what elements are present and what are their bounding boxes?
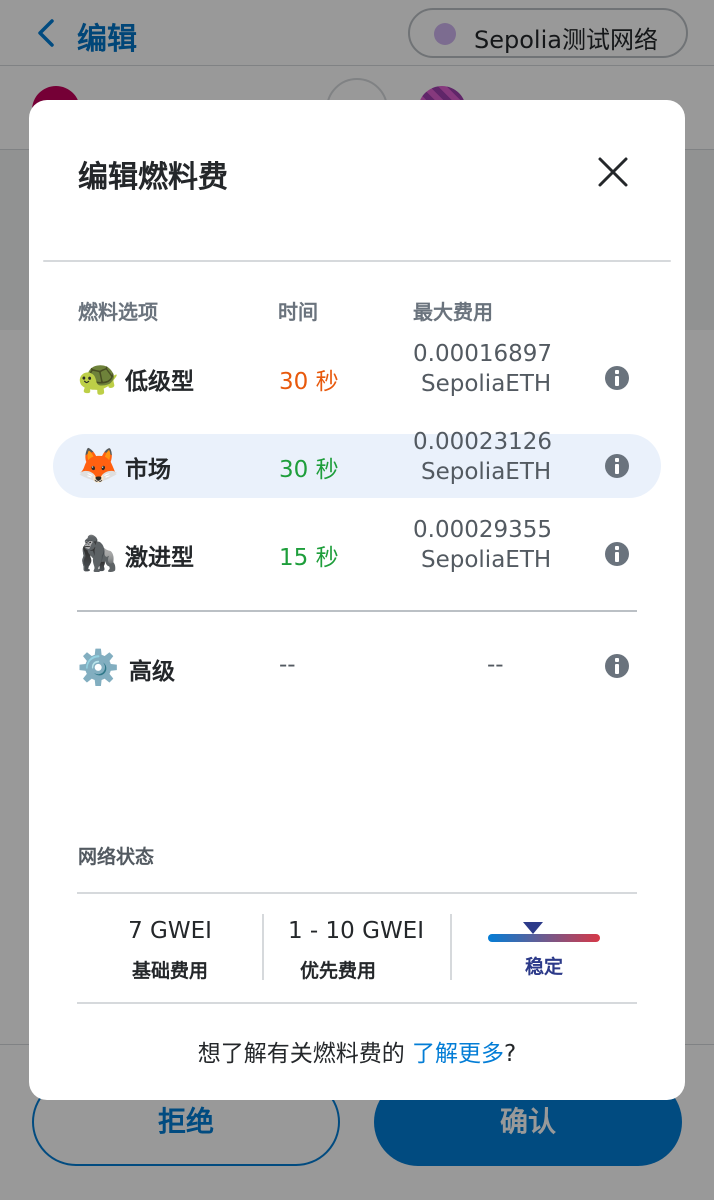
gas-option-market[interactable]: 🦊 市场 30 秒 0.00023126 SepoliaETH — [53, 429, 661, 498]
gas-option-fee-unit: SepoliaETH — [421, 459, 552, 485]
network-status-label: 网络状态 — [78, 846, 155, 868]
gorilla-icon: 🦍 — [77, 535, 120, 573]
edit-gas-fee-modal: 编辑燃料费 燃料选项 时间 最大费用 🐢 低级型 30 秒 0.00016897… — [29, 100, 685, 1100]
gas-option-fee-unit: SepoliaETH — [421, 371, 552, 397]
gas-option-label: 低级型 — [125, 369, 194, 395]
learn-more-link[interactable]: 了解更多 — [412, 1041, 504, 1067]
network-stability-gradient — [488, 934, 600, 942]
gas-option-fee-unit: SepoliaETH — [421, 547, 552, 573]
options-divider — [77, 610, 637, 612]
base-fee-caption: 基础费用 — [131, 960, 208, 982]
stability-marker-icon — [523, 922, 543, 934]
gas-option-aggressive[interactable]: 🦍 激进型 15 秒 0.00029355 SepoliaETH — [53, 517, 661, 586]
gas-option-fee-value: 0.00016897 — [413, 341, 553, 367]
gas-option-fee-value: 0.00023126 — [413, 429, 553, 455]
gas-option-label: 激进型 — [125, 545, 194, 571]
fox-icon: 🦊 — [77, 447, 120, 485]
gas-option-fee: 0.00016897 SepoliaETH — [413, 339, 552, 399]
learn-more-prefix: 想了解有关燃料费的 — [197, 1041, 413, 1067]
info-icon[interactable] — [605, 654, 629, 678]
info-icon[interactable] — [605, 366, 629, 390]
gas-option-time: 30 秒 — [279, 457, 339, 483]
learn-more-suffix: ? — [504, 1041, 517, 1067]
column-header-option: 燃料选项 — [78, 300, 158, 324]
base-fee-value: 7 GWEI — [128, 918, 212, 944]
turtle-icon: 🐢 — [77, 359, 120, 397]
gas-option-label: 高级 — [129, 659, 175, 685]
gas-option-fee: -- — [487, 652, 504, 678]
header-divider — [43, 260, 671, 262]
gear-icon: ⚙️ — [77, 649, 120, 687]
info-icon[interactable] — [605, 454, 629, 478]
gas-option-time: -- — [279, 652, 296, 678]
gas-option-label: 市场 — [125, 457, 171, 483]
info-icon[interactable] — [605, 542, 629, 566]
gas-option-fee-value: 0.00029355 — [413, 517, 553, 543]
gas-option-fee: 0.00023126 SepoliaETH — [413, 427, 552, 487]
network-status-divider-bottom — [77, 1002, 637, 1004]
modal-title: 编辑燃料费 — [78, 160, 228, 195]
priority-fee-value: 1 - 10 GWEI — [287, 918, 424, 944]
learn-more-line: 想了解有关燃料费的 了解更多? — [29, 1034, 685, 1068]
network-stability-label: 稳定 — [524, 956, 563, 978]
network-status-separator — [450, 914, 452, 980]
gas-option-low[interactable]: 🐢 低级型 30 秒 0.00016897 SepoliaETH — [53, 341, 661, 410]
priority-fee-caption: 优先费用 — [299, 960, 376, 982]
column-header-time: 时间 — [278, 300, 318, 324]
close-icon[interactable] — [595, 154, 631, 190]
column-header-max-fee: 最大费用 — [413, 300, 493, 324]
network-status-divider-top — [77, 892, 637, 894]
gas-option-fee: 0.00029355 SepoliaETH — [413, 515, 552, 575]
gas-option-time: 15 秒 — [279, 545, 339, 571]
gas-option-time: 30 秒 — [279, 369, 339, 395]
gas-option-advanced[interactable]: ⚙️ 高级 -- -- — [53, 636, 661, 700]
